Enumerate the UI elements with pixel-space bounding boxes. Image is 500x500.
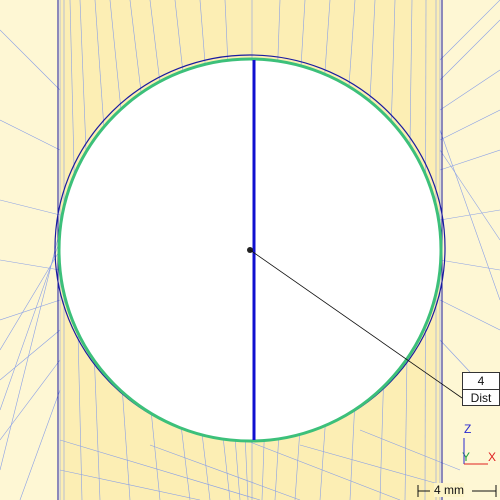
scale-bar-label: 4 mm — [434, 483, 464, 497]
axis-triad: Z Y X — [458, 420, 500, 468]
model-viewport[interactable] — [0, 0, 500, 500]
triad-axes — [463, 438, 488, 465]
dimension-label: Dist — [470, 391, 492, 405]
dimension-value: 4 — [463, 373, 499, 390]
distance-dimension-callout[interactable]: 4 Dist — [462, 372, 500, 406]
scale-bar: 4 mm — [414, 482, 500, 500]
